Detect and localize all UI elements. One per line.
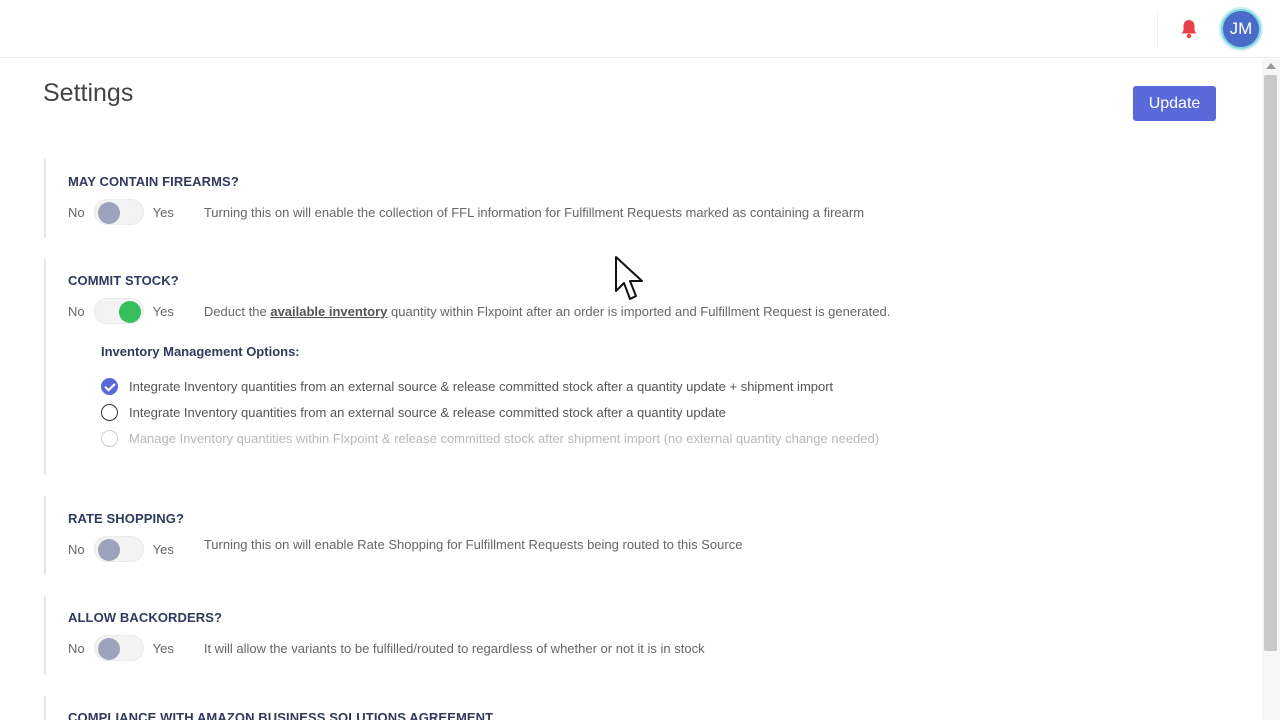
bell-icon[interactable]: [1177, 17, 1201, 41]
section-title: COMPLIANCE WITH AMAZON BUSINESS SOLUTION…: [68, 710, 494, 720]
commit-stock-toggle[interactable]: [93, 298, 144, 324]
inventory-option[interactable]: Integrate Inventory quantities from an e…: [101, 402, 726, 422]
update-button[interactable]: Update: [1133, 86, 1216, 121]
radio-unchecked[interactable]: [101, 403, 118, 421]
commit-stock-section: COMMIT STOCK? No Yes Deduct the availabl…: [44, 259, 1144, 475]
backorders-section: ALLOW BACKORDERS? No Yes It will allow t…: [44, 596, 1144, 675]
scroll-up-arrow-icon[interactable]: [1266, 63, 1276, 69]
toggle-knob: [97, 202, 120, 224]
toggle-yes-label: Yes: [152, 303, 174, 319]
toggle-yes-label: Yes: [152, 541, 174, 557]
radio-disabled: [101, 429, 118, 447]
inventory-option-disabled: Manage Inventory quantities within Flxpo…: [101, 428, 879, 448]
option-label: Integrate Inventory quantities from an e…: [129, 404, 726, 420]
firearms-section: MAY CONTAIN FIREARMS? No Yes Turning thi…: [44, 159, 1144, 238]
toggle-no-label: No: [68, 541, 85, 557]
mouse-cursor-icon: [615, 256, 643, 300]
section-title: MAY CONTAIN FIREARMS?: [68, 174, 239, 189]
toggle-knob: [97, 539, 120, 561]
backorders-toggle-row: No Yes It will allow the variants to be …: [68, 635, 705, 661]
vertical-scrollbar[interactable]: [1262, 59, 1280, 720]
toggle-no-label: No: [68, 640, 85, 656]
rate-shopping-toggle-row: No Yes Turning this on will enable Rate …: [68, 536, 742, 562]
toggle-no-label: No: [68, 204, 85, 220]
scroll-thumb[interactable]: [1264, 75, 1277, 651]
inventory-options-title: Inventory Management Options:: [101, 344, 300, 359]
description-suffix: quantity within Flxpoint after an order …: [391, 303, 891, 319]
settings-content: Settings Update MAY CONTAIN FIREARMS? No…: [0, 59, 1262, 720]
rate-shopping-toggle[interactable]: [93, 536, 144, 562]
commit-stock-toggle-row: No Yes Deduct the available inventory qu…: [68, 298, 890, 324]
toggle-yes-label: Yes: [152, 204, 174, 220]
backorders-toggle[interactable]: [93, 635, 144, 661]
section-title: RATE SHOPPING?: [68, 511, 185, 526]
section-description: It will allow the variants to be fulfill…: [203, 640, 705, 656]
toggle-knob: [97, 638, 120, 660]
topbar-divider: [1157, 10, 1158, 48]
description-prefix: Deduct the: [203, 303, 267, 319]
section-title: COMMIT STOCK?: [68, 273, 179, 288]
section-description: Deduct the available inventory quantity …: [204, 304, 891, 319]
rate-shopping-section: RATE SHOPPING? No Yes Turning this on wi…: [44, 496, 1144, 575]
section-title: ALLOW BACKORDERS?: [68, 610, 223, 625]
option-label: Integrate Inventory quantities from an e…: [129, 378, 834, 394]
toggle-no-label: No: [68, 303, 85, 319]
amazon-compliance-section: COMPLIANCE WITH AMAZON BUSINESS SOLUTION…: [44, 696, 1144, 720]
section-description: Turning this on will enable the collecti…: [203, 204, 865, 220]
toggle-knob: [118, 301, 141, 323]
option-label: Manage Inventory quantities within Flxpo…: [129, 430, 880, 446]
available-inventory-link[interactable]: available inventory: [270, 304, 387, 319]
top-bar: JM: [0, 0, 1280, 58]
toggle-yes-label: Yes: [152, 640, 174, 656]
radio-checked[interactable]: [101, 377, 118, 395]
page-title: Settings: [43, 79, 134, 107]
user-avatar[interactable]: JM: [1221, 9, 1261, 49]
section-description: Turning this on will enable Rate Shoppin…: [203, 536, 743, 552]
inventory-option[interactable]: Integrate Inventory quantities from an e…: [101, 376, 833, 396]
firearms-toggle-row: No Yes Turning this on will enable the c…: [68, 199, 864, 225]
firearms-toggle[interactable]: [93, 199, 144, 225]
